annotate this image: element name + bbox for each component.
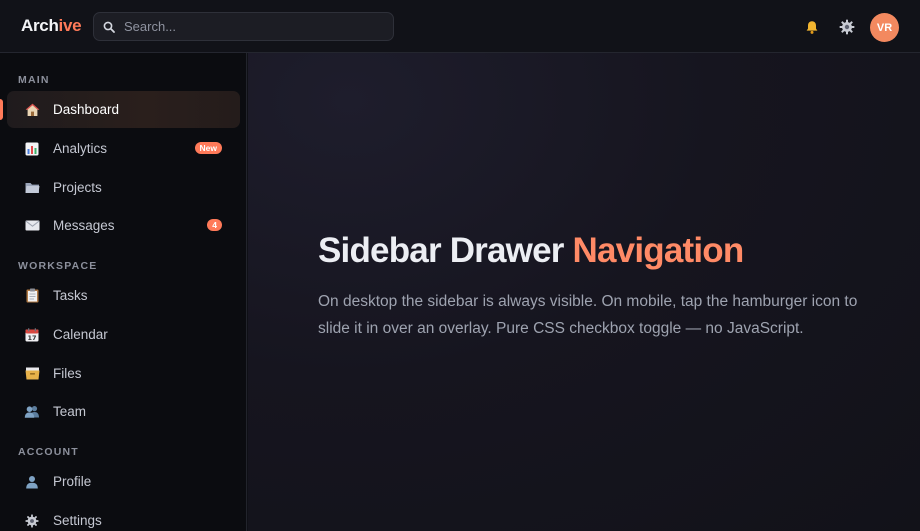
section-label-account: ACCOUNT <box>18 446 79 458</box>
sidebar-item-label: Profile <box>53 474 92 489</box>
sidebar-item-team[interactable]: Team <box>7 393 240 430</box>
section-label-main: MAIN <box>18 74 50 86</box>
gear-icon[interactable] <box>837 17 857 37</box>
message-count-badge: 4 <box>207 219 222 231</box>
sidebar-item-label: Team <box>53 404 87 419</box>
search-input[interactable] <box>124 19 384 34</box>
sidebar-item-label: Files <box>53 366 82 381</box>
folder-icon <box>24 180 40 196</box>
app-logo[interactable]: Archive <box>21 16 82 36</box>
team-icon <box>24 404 40 420</box>
home-icon <box>24 102 40 118</box>
sidebar: MAIN Dashboard Analytics New Projects Me… <box>0 53 247 531</box>
sidebar-item-messages[interactable]: Messages 4 <box>7 207 240 244</box>
main-content: Sidebar Drawer Navigation On desktop the… <box>248 53 920 531</box>
page-description: On desktop the sidebar is always visible… <box>318 293 858 337</box>
sidebar-item-dashboard[interactable]: Dashboard <box>0 91 240 128</box>
sidebar-item-tasks[interactable]: Tasks <box>7 277 240 314</box>
logo-main: Arch <box>21 16 59 35</box>
avatar[interactable]: VR <box>870 13 899 42</box>
bell-icon[interactable] <box>802 17 822 37</box>
file-box-icon <box>24 366 40 382</box>
envelope-icon <box>24 218 40 234</box>
sidebar-item-label: Dashboard <box>53 102 120 117</box>
svg-text:17: 17 <box>27 334 36 342</box>
clipboard-icon <box>24 288 40 304</box>
chart-icon <box>24 141 40 157</box>
search-box[interactable] <box>93 12 394 41</box>
sidebar-item-profile[interactable]: Profile <box>7 463 240 500</box>
page-title: Sidebar Drawer Navigation <box>318 231 745 271</box>
new-badge: New <box>194 142 222 154</box>
user-icon <box>24 474 40 490</box>
search-icon <box>94 21 124 33</box>
calendar-icon: 17 <box>24 327 40 343</box>
sidebar-item-label: Settings <box>53 513 102 528</box>
gear-icon <box>24 513 40 529</box>
sidebar-item-label: Projects <box>53 180 102 195</box>
active-indicator <box>0 99 3 120</box>
sidebar-item-analytics[interactable]: Analytics New <box>7 130 240 167</box>
sidebar-item-label: Messages <box>53 218 115 233</box>
sidebar-item-files[interactable]: Files <box>7 355 240 392</box>
top-bar: Archive VR <box>0 0 920 53</box>
sidebar-item-label: Analytics <box>53 141 108 156</box>
sidebar-item-label: Calendar <box>53 327 108 342</box>
sidebar-item-label: Tasks <box>53 288 88 303</box>
section-label-workspace: WORKSPACE <box>18 260 98 272</box>
title-accent: Navigation <box>572 231 745 270</box>
sidebar-item-settings[interactable]: Settings <box>7 502 240 531</box>
logo-accent: ive <box>58 16 82 35</box>
sidebar-item-projects[interactable]: Projects <box>7 169 240 206</box>
title-main: Sidebar Drawer <box>318 231 564 270</box>
sidebar-item-calendar[interactable]: 17 Calendar <box>7 316 240 353</box>
